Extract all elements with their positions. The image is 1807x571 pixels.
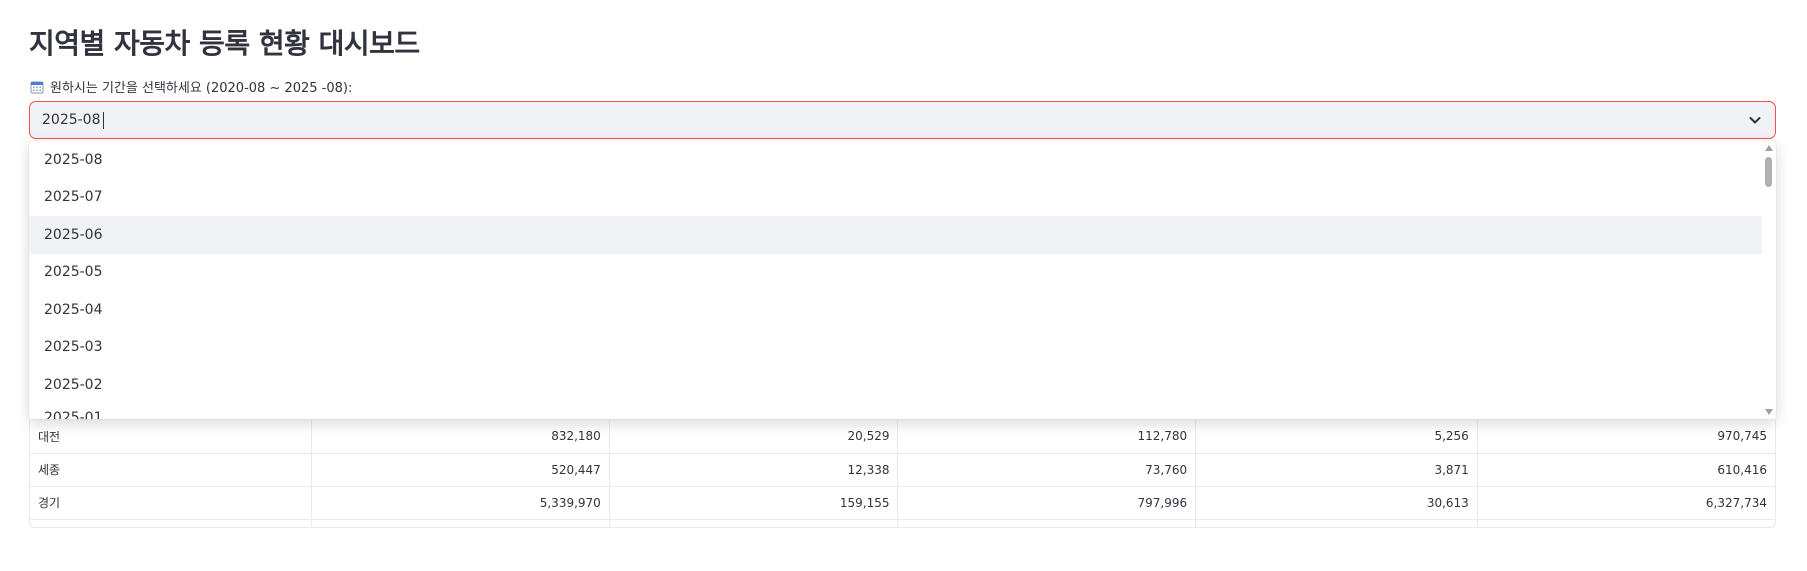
scrollbar-thumb[interactable]	[1765, 157, 1772, 187]
dropdown-option[interactable]: 2025-07	[29, 179, 1762, 217]
table-cell: 970,745	[1477, 420, 1775, 454]
table-cell: 112,780	[897, 420, 1197, 454]
scroll-up-arrow-icon[interactable]	[1765, 145, 1773, 151]
page-title: 지역별 자동차 등록 현황 대시보드	[29, 27, 420, 60]
table-cell: 3,871	[1195, 453, 1478, 487]
table-row: 경기 5,339,970 159,155 797,996 30,613 6,32…	[30, 486, 1775, 520]
table-cell: 5,256	[1195, 420, 1478, 454]
table-cell-region: 경기	[30, 486, 313, 520]
table-cell: 73,760	[897, 453, 1197, 487]
registration-table: 대전 832,180 20,529 112,780 5,256 970,745 …	[29, 420, 1776, 528]
dropdown-option[interactable]: 2025-01	[29, 404, 1762, 420]
table-row: 대전 832,180 20,529 112,780 5,256 970,745	[30, 420, 1775, 454]
table-row: 충북	[30, 519, 1775, 527]
period-select-value[interactable]: 2025-08	[42, 112, 101, 128]
dropdown-scrollbar[interactable]	[1762, 141, 1776, 419]
table-cell: 12,338	[609, 453, 899, 487]
table-cell-region: 충북	[30, 519, 313, 527]
chevron-down-icon[interactable]	[1747, 112, 1763, 128]
table-cell: 20,529	[609, 420, 899, 454]
period-label-row: 원하시는 기간을 선택하세요 (2020-08 ~ 2025 -08):	[30, 77, 352, 96]
dashboard-page: 지역별 자동차 등록 현황 대시보드 원하시는 기간을 선택하세요 (2020-…	[0, 0, 1807, 571]
table-cell: 6,327,734	[1477, 486, 1775, 520]
table-cell: 159,155	[609, 486, 899, 520]
scroll-down-arrow-icon[interactable]	[1765, 409, 1773, 415]
table-cell	[311, 519, 610, 527]
calendar-icon	[30, 80, 44, 94]
table-row: 세종 520,447 12,338 73,760 3,871 610,416	[30, 453, 1775, 487]
table-cell: 832,180	[311, 420, 610, 454]
table-cell: 5,339,970	[311, 486, 610, 520]
period-dropdown-menu[interactable]: 2025-08 2025-07 2025-06 2025-05 2025-04 …	[29, 141, 1776, 419]
table-cell: 30,613	[1195, 486, 1478, 520]
period-option-list: 2025-08 2025-07 2025-06 2025-05 2025-04 …	[29, 141, 1762, 419]
dropdown-option[interactable]: 2025-05	[29, 254, 1762, 292]
text-caret	[102, 111, 104, 129]
table-cell: 520,447	[311, 453, 610, 487]
table-cell	[1477, 519, 1775, 527]
dropdown-option[interactable]: 2025-03	[29, 329, 1762, 367]
table-cell	[609, 519, 899, 527]
period-label: 원하시는 기간을 선택하세요 (2020-08 ~ 2025 -08):	[50, 81, 353, 96]
table-cell: 610,416	[1477, 453, 1775, 487]
dropdown-option[interactable]: 2025-08	[29, 141, 1762, 179]
table-cell-region: 대전	[30, 420, 313, 454]
table-cell	[1195, 519, 1478, 527]
dropdown-option-hovered[interactable]: 2025-06	[29, 216, 1762, 254]
period-select[interactable]: 2025-08	[29, 101, 1776, 139]
dropdown-option[interactable]: 2025-04	[29, 291, 1762, 329]
table-cell	[897, 519, 1197, 527]
dropdown-option[interactable]: 2025-02	[29, 366, 1762, 404]
table-cell: 797,996	[897, 486, 1197, 520]
table-cell-region: 세종	[30, 453, 313, 487]
